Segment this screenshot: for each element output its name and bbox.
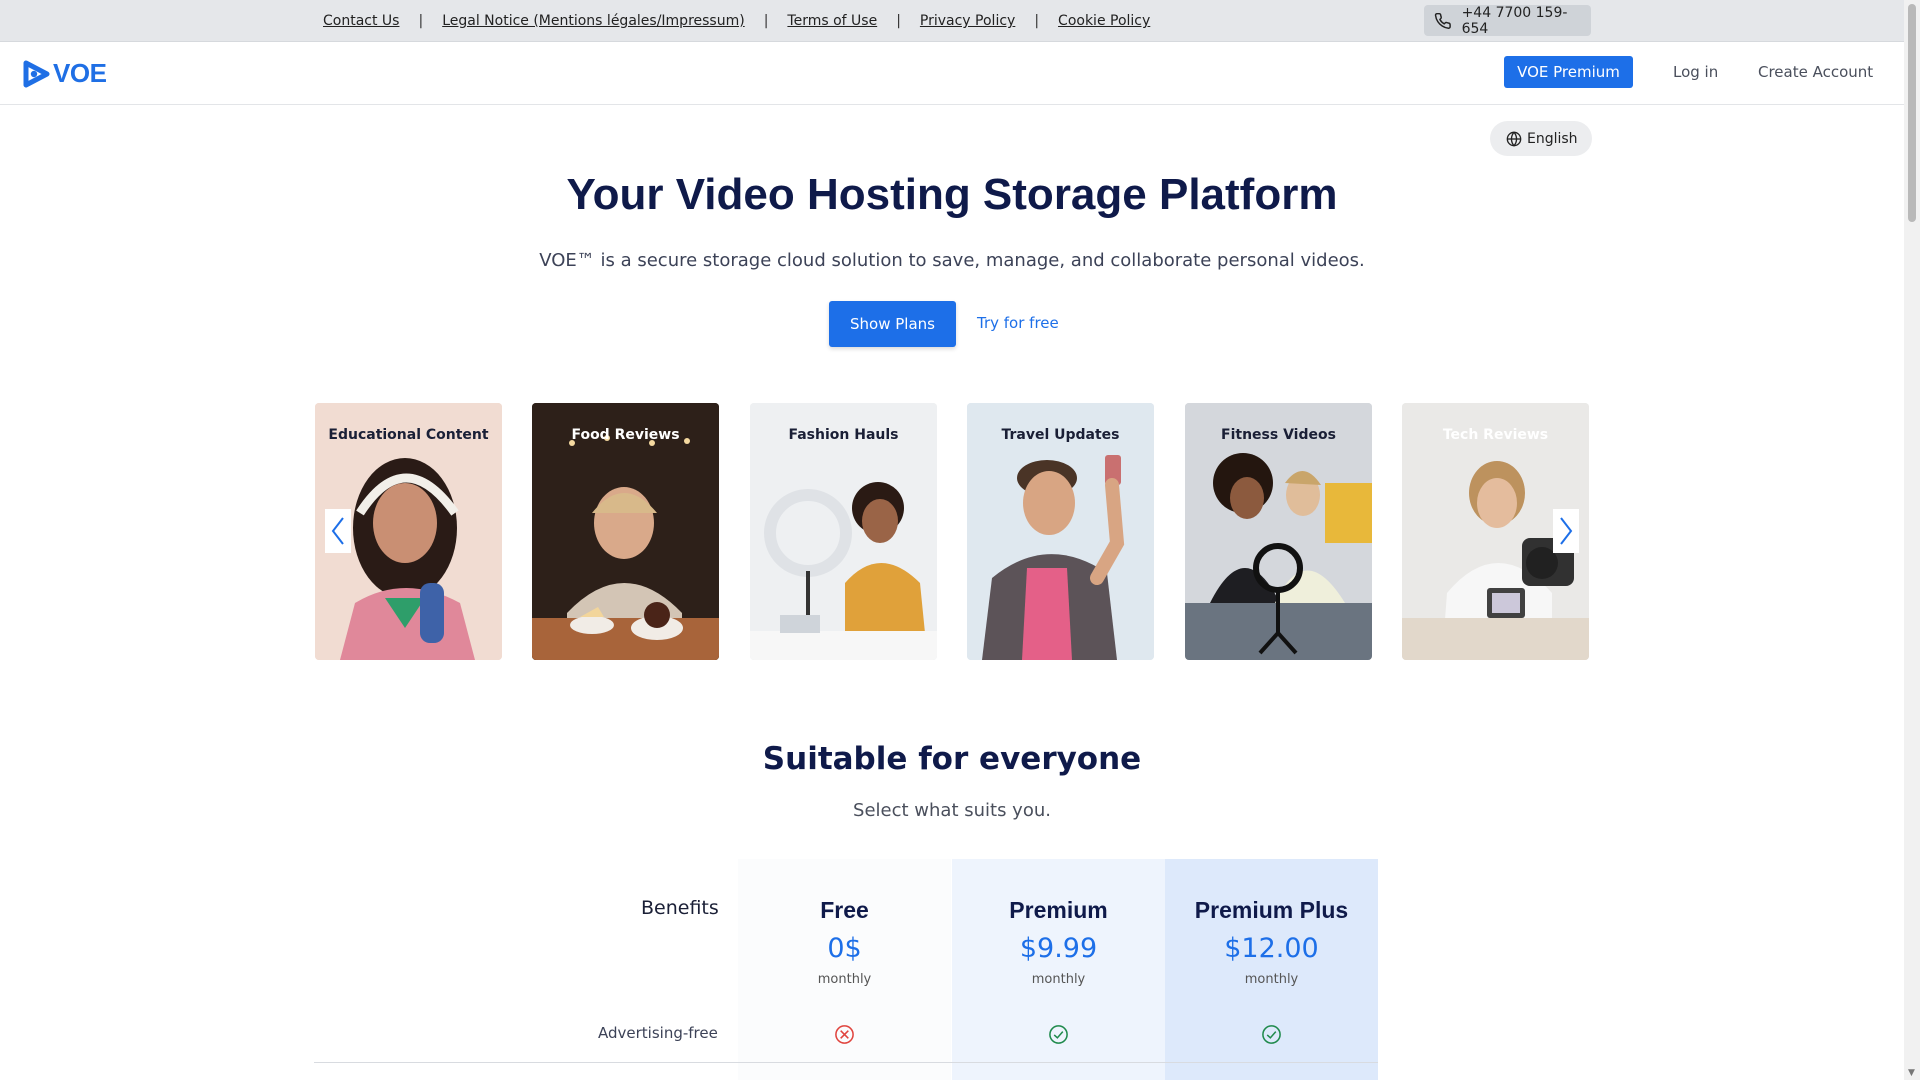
voe-logo[interactable]: VOE [23, 58, 107, 89]
plan-name: Free [820, 897, 869, 923]
hero-title: Your Video Hosting Storage Platform [566, 170, 1338, 219]
contact-us-link[interactable]: Contact Us [323, 13, 399, 29]
plan-column-premium-plus[interactable]: Premium Plus $12.00 monthly [1165, 859, 1378, 1080]
plan-column-premium[interactable]: Premium $9.99 monthly [952, 859, 1165, 1080]
try-for-free-link[interactable]: Try for free [977, 314, 1059, 332]
carousel-prev-button[interactable] [325, 509, 351, 553]
plan-price: $9.99 [1019, 933, 1098, 964]
chevron-right-icon [1560, 517, 1573, 545]
hero-subtitle: VOE™ is a secure storage cloud solution … [539, 250, 1365, 271]
check-circle-icon [1262, 1025, 1281, 1044]
card-fitness-videos[interactable]: Fitness Videos [1185, 403, 1372, 660]
check-circle-icon [1049, 1025, 1068, 1044]
voe-premium-button[interactable]: VOE Premium [1504, 56, 1633, 88]
pricing-title: Suitable for everyone [762, 741, 1142, 777]
link-separator: | [1034, 13, 1040, 29]
scrollbar-thumb[interactable] [1908, 4, 1916, 222]
plan-period: monthly [1244, 972, 1299, 987]
plan-period: monthly [817, 972, 872, 987]
terms-of-use-link[interactable]: Terms of Use [787, 13, 877, 29]
logo-text: VOE [53, 58, 107, 88]
legal-links: Contact Us | Legal Notice (Mentions léga… [323, 0, 1150, 42]
language-selector[interactable]: English [1490, 121, 1592, 156]
card-label: Fitness Videos [1221, 427, 1336, 443]
link-separator: | [763, 13, 769, 29]
x-circle-icon [835, 1025, 854, 1044]
globe-icon [1506, 130, 1522, 147]
phone-button[interactable]: +44 7700 159-654 [1424, 4, 1591, 37]
card-label: Tech Reviews [1442, 427, 1549, 443]
link-separator: | [418, 13, 424, 29]
chevron-left-icon [331, 517, 344, 545]
cookie-policy-link[interactable]: Cookie Policy [1058, 13, 1150, 29]
plan-price: $12.00 [1224, 933, 1319, 964]
benefits-label: Benefits [641, 897, 719, 919]
privacy-policy-link[interactable]: Privacy Policy [920, 13, 1015, 29]
card-fashion-hauls[interactable]: Fashion Hauls [750, 403, 937, 660]
create-account-link[interactable]: Create Account [1758, 63, 1873, 81]
plan-name: Premium [1009, 897, 1108, 923]
legal-notice-link[interactable]: Legal Notice (Mentions légales/Impressum… [442, 13, 745, 29]
benefit-row-label: Advertising-free [598, 1024, 718, 1042]
card-travel-updates[interactable]: Travel Updates [967, 403, 1154, 660]
plan-column-free[interactable]: Free 0$ monthly [738, 859, 951, 1080]
plan-price: 0$ [827, 933, 862, 964]
link-separator: | [896, 13, 901, 29]
pricing-subtitle: Select what suits you. [853, 800, 1051, 821]
main-navigation: VOE VOE Premium Log in Create Account [0, 42, 1904, 105]
phone-icon [1434, 12, 1451, 29]
card-label: Educational Content [328, 427, 489, 443]
plan-period: monthly [1031, 972, 1086, 987]
card-label: Fashion Hauls [788, 427, 899, 443]
language-label: English [1527, 130, 1578, 147]
row-divider [314, 1062, 1378, 1063]
show-plans-button[interactable]: Show Plans [829, 301, 956, 347]
page-scrollbar[interactable]: ▼ [1904, 0, 1920, 1080]
scroll-down-icon[interactable]: ▼ [1908, 1068, 1915, 1078]
card-label: Travel Updates [1001, 427, 1120, 443]
plan-name: Premium Plus [1194, 897, 1349, 923]
login-link[interactable]: Log in [1673, 63, 1718, 81]
card-label: Food Reviews [571, 427, 680, 443]
card-food-reviews[interactable]: Food Reviews [532, 403, 719, 660]
top-utility-bar: Contact Us | Legal Notice (Mentions léga… [0, 0, 1904, 42]
carousel-next-button[interactable] [1553, 509, 1579, 553]
phone-number: +44 7700 159-654 [1461, 4, 1568, 37]
voe-play-icon [23, 60, 50, 87]
